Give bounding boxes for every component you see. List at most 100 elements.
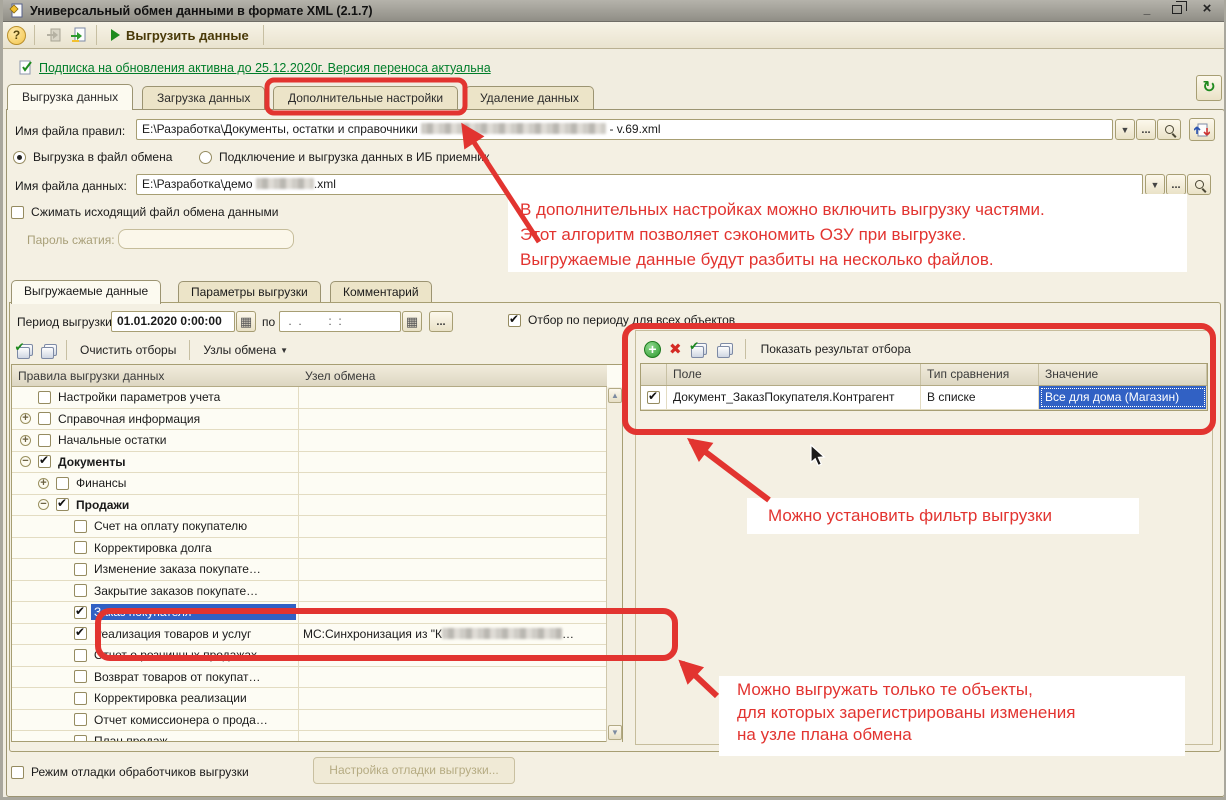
collapse-icon[interactable]: −: [20, 456, 31, 468]
tab-comment[interactable]: Комментарий: [330, 281, 432, 304]
period-to-input[interactable]: . . : :: [279, 311, 401, 332]
tab-exported-data[interactable]: Выгружаемые данные: [11, 280, 162, 304]
mode-radio-ib[interactable]: Подключение и выгрузка данных в ИБ прием…: [199, 150, 489, 164]
debug-mode-checkbox[interactable]: Режим отладки обработчиков выгрузки: [11, 765, 249, 779]
load-rules-button[interactable]: [1189, 118, 1215, 141]
scroll-up-icon[interactable]: ▲: [608, 388, 622, 403]
tree-row[interactable]: Закрытие заказов покупате…: [12, 580, 607, 602]
compress-label: Сжимать исходящий файл обмена данными: [31, 205, 279, 219]
rules-file-dropdown-button[interactable]: ▼: [1115, 119, 1135, 140]
minimize-button[interactable]: _: [1138, 2, 1156, 18]
filter-row[interactable]: Документ_ЗаказПокупателя.КонтрагентВ спи…: [641, 386, 1207, 410]
delete-filter-button[interactable]: ✖: [669, 342, 682, 357]
tree-row[interactable]: + Начальные остатки: [12, 430, 607, 452]
period-from-input[interactable]: 01.01.2020 0:00:00: [111, 311, 235, 332]
tree-row[interactable]: План продаж: [12, 731, 607, 741]
tree-row[interactable]: Отчет о розничных продажах: [12, 645, 607, 667]
data-file-open-button[interactable]: [1187, 174, 1211, 195]
row-checkbox[interactable]: [74, 713, 87, 727]
tree-row[interactable]: Изменение заказа покупате…: [12, 559, 607, 581]
row-checkbox[interactable]: [74, 691, 87, 705]
check-all-filters-button[interactable]: ✔: [689, 339, 708, 358]
window-title: Универсальный обмен данными в формате XM…: [30, 3, 373, 18]
tree-scrollbar[interactable]: ▲ ▼: [606, 387, 622, 742]
mode-radio-file[interactable]: Выгрузка в файл обмена: [13, 150, 172, 164]
row-checkbox[interactable]: [74, 734, 87, 741]
password-input[interactable]: [118, 229, 294, 249]
tab-export-parameters[interactable]: Параметры выгрузки: [178, 281, 321, 304]
data-file-browse-button[interactable]: ...: [1166, 174, 1186, 195]
row-checkbox[interactable]: [74, 562, 87, 576]
check-all-rows-button[interactable]: ✔: [15, 340, 33, 359]
subscription-link[interactable]: Подписка на обновления активна до 25.12.…: [39, 61, 491, 75]
tree-row[interactable]: + Финансы: [12, 473, 607, 495]
tab-delete-data[interactable]: Удаление данных: [465, 86, 594, 110]
tree-row[interactable]: Настройки параметров учета: [12, 387, 607, 409]
row-checkbox[interactable]: [74, 584, 87, 598]
export-data-button[interactable]: Выгрузить данные: [105, 26, 255, 45]
row-checkbox[interactable]: [74, 648, 87, 662]
filter-field-cell: Документ_ЗаказПокупателя.Контрагент: [667, 386, 921, 409]
help-button[interactable]: ?: [7, 25, 26, 45]
row-checkbox[interactable]: [38, 433, 51, 447]
row-checkbox[interactable]: [74, 541, 87, 555]
tab-additional-settings[interactable]: Дополнительные настройки: [273, 86, 459, 110]
tree-row[interactable]: Счет на оплату покупателю: [12, 516, 607, 538]
compress-checkbox[interactable]: Сжимать исходящий файл обмена данными: [11, 205, 278, 219]
row-checkbox[interactable]: [74, 670, 87, 684]
rules-file-open-button[interactable]: [1157, 119, 1181, 140]
tab-import-data[interactable]: Загрузка данных: [142, 86, 266, 110]
debug-settings-button[interactable]: Настройка отладки выгрузки...: [313, 757, 515, 784]
period-to-calendar-button[interactable]: ▦: [402, 311, 422, 332]
tree-row[interactable]: Корректировка реализации: [12, 688, 607, 710]
refresh-button[interactable]: ↻: [1196, 75, 1222, 101]
filter-row-checkbox[interactable]: [647, 389, 660, 404]
tree-row[interactable]: − Продажи: [12, 494, 607, 516]
show-filter-result-button[interactable]: Показать результат отбора: [757, 341, 915, 357]
expand-icon[interactable]: +: [20, 434, 31, 446]
expand-icon[interactable]: +: [38, 477, 49, 489]
row-checkbox[interactable]: [56, 476, 69, 490]
period-select-button[interactable]: ...: [429, 311, 453, 332]
period-filter-checkbox[interactable]: Отбор по периоду для всех объектов: [508, 312, 735, 327]
scroll-down-icon[interactable]: ▼: [608, 725, 622, 740]
row-checkbox[interactable]: [56, 496, 69, 512]
data-file-input[interactable]: E:\Разработка\демо .xml: [136, 174, 1143, 195]
exchange-node-cell: [299, 387, 607, 408]
tab-export-data[interactable]: Выгрузка данных: [7, 84, 134, 110]
tree-row[interactable]: Отчет комиссионера о прода…: [12, 709, 607, 731]
uncheck-all-rows-button[interactable]: [39, 341, 57, 359]
exchange-node-cell: [299, 409, 607, 430]
row-checkbox[interactable]: [74, 604, 87, 619]
expand-icon[interactable]: +: [20, 413, 31, 425]
toolbar-separator: [34, 25, 35, 45]
row-checkbox[interactable]: [74, 519, 87, 533]
add-filter-button[interactable]: +: [644, 340, 661, 358]
tree-header-node: Узел обмена: [299, 365, 607, 387]
load-rules-file-icon[interactable]: [68, 25, 88, 45]
data-file-value: E:\Разработка\демо: [142, 177, 256, 191]
filter-value-cell[interactable]: Все для дома (Магазин): [1039, 386, 1207, 409]
filter-header-comparison: Тип сравнения: [921, 364, 1039, 385]
clear-filters-button[interactable]: Очистить отборы: [76, 342, 180, 358]
rules-file-input[interactable]: E:\Разработка\Документы, остатки и справ…: [136, 119, 1113, 140]
rules-file-browse-button[interactable]: ...: [1136, 119, 1156, 140]
row-checkbox[interactable]: [38, 453, 51, 469]
exchange-nodes-menu-button[interactable]: Узлы обмена ▼: [199, 342, 292, 358]
uncheck-all-filters-button[interactable]: [716, 340, 734, 358]
tree-row[interactable]: Реализация товаров и услуг МС:Синхронизац…: [12, 623, 607, 645]
close-button[interactable]: ×: [1198, 1, 1216, 18]
row-checkbox[interactable]: [74, 625, 87, 641]
row-checkbox[interactable]: [38, 390, 51, 404]
tree-row[interactable]: Заказ покупателя: [12, 602, 607, 624]
tree-row[interactable]: + Справочная информация: [12, 408, 607, 430]
row-checkbox[interactable]: [38, 412, 51, 426]
restore-button[interactable]: [1168, 1, 1187, 18]
tree-row[interactable]: Корректировка долга: [12, 537, 607, 559]
collapse-icon[interactable]: −: [38, 499, 49, 511]
period-from-calendar-button[interactable]: ▦: [236, 311, 256, 332]
tree-body: Настройки параметров учета + Справочная ин…: [12, 387, 607, 741]
data-file-dropdown-button[interactable]: ▼: [1145, 174, 1165, 195]
tree-row[interactable]: − Документы: [12, 451, 607, 473]
tree-row[interactable]: Возврат товаров от покупат…: [12, 666, 607, 688]
